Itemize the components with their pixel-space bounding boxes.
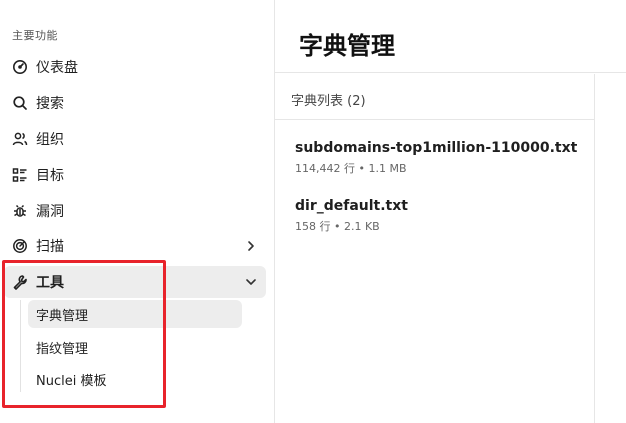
target-list-icon [12, 167, 28, 183]
sidebar-item-dashboard[interactable]: 仪表盘 [4, 51, 266, 83]
sidebar-subitem-nuclei-templates[interactable]: Nuclei 模板 [28, 365, 242, 393]
sidebar-subitem-dictionary-management[interactable]: 字典管理 [28, 300, 242, 328]
dashboard-gauge-icon [12, 59, 28, 75]
list-item[interactable]: subdomains-top1million-110000.txt 114,44… [295, 140, 585, 176]
main-content: 字典管理 字典列表 (2) subdomains-top1million-110… [275, 0, 626, 423]
sidebar: 主要功能 仪表盘 搜索 组织 目标 漏洞 扫描 工具 字典管理 指纹管理 Nuc… [0, 0, 275, 423]
bug-icon [12, 203, 28, 219]
users-icon [12, 131, 28, 147]
file-name: dir_default.txt [295, 198, 408, 214]
scan-icon [12, 238, 28, 254]
page-header: 字典管理 [275, 0, 626, 73]
page-title: 字典管理 [299, 32, 395, 60]
sidebar-section-label: 主要功能 [12, 29, 58, 42]
sidebar-item-label: 漏洞 [36, 204, 64, 220]
dictionary-list-panel: 字典列表 (2) subdomains-top1million-110000.t… [275, 74, 595, 423]
chevron-down-icon [244, 275, 258, 289]
sidebar-item-scan[interactable]: 扫描 [4, 230, 266, 262]
list-item[interactable]: dir_default.txt 158 行 • 2.1 KB [295, 198, 585, 234]
sidebar-item-label: 扫描 [36, 239, 64, 255]
sidebar-item-organization[interactable]: 组织 [4, 123, 266, 155]
sidebar-subitem-fingerprint-management[interactable]: 指纹管理 [28, 333, 242, 361]
sidebar-item-label: 仪表盘 [36, 60, 78, 76]
submenu-guide-line [20, 300, 21, 392]
file-name: subdomains-top1million-110000.txt [295, 140, 578, 156]
list-header: 字典列表 (2) [275, 74, 595, 120]
sidebar-item-vulnerabilities[interactable]: 漏洞 [4, 195, 266, 227]
chevron-right-icon [244, 239, 258, 253]
sidebar-item-targets[interactable]: 目标 [4, 159, 266, 191]
sidebar-item-label: 工具 [36, 275, 64, 291]
list-title: 字典列表 (2) [291, 94, 366, 109]
sidebar-subitem-label: 指纹管理 [36, 341, 89, 357]
search-icon [12, 95, 28, 111]
sidebar-subitem-label: 字典管理 [36, 308, 89, 324]
sidebar-item-label: 搜索 [36, 96, 64, 112]
sidebar-subitem-label: Nuclei 模板 [36, 373, 107, 389]
sidebar-item-label: 目标 [36, 168, 64, 184]
wrench-icon [12, 274, 28, 290]
file-meta: 158 行 • 2.1 KB [295, 220, 380, 233]
sidebar-item-label: 组织 [36, 132, 64, 148]
sidebar-item-tools[interactable]: 工具 [4, 266, 266, 298]
app-window: 主要功能 仪表盘 搜索 组织 目标 漏洞 扫描 工具 字典管理 指纹管理 Nuc… [0, 0, 626, 423]
file-meta: 114,442 行 • 1.1 MB [295, 162, 407, 175]
sidebar-item-search[interactable]: 搜索 [4, 87, 266, 119]
